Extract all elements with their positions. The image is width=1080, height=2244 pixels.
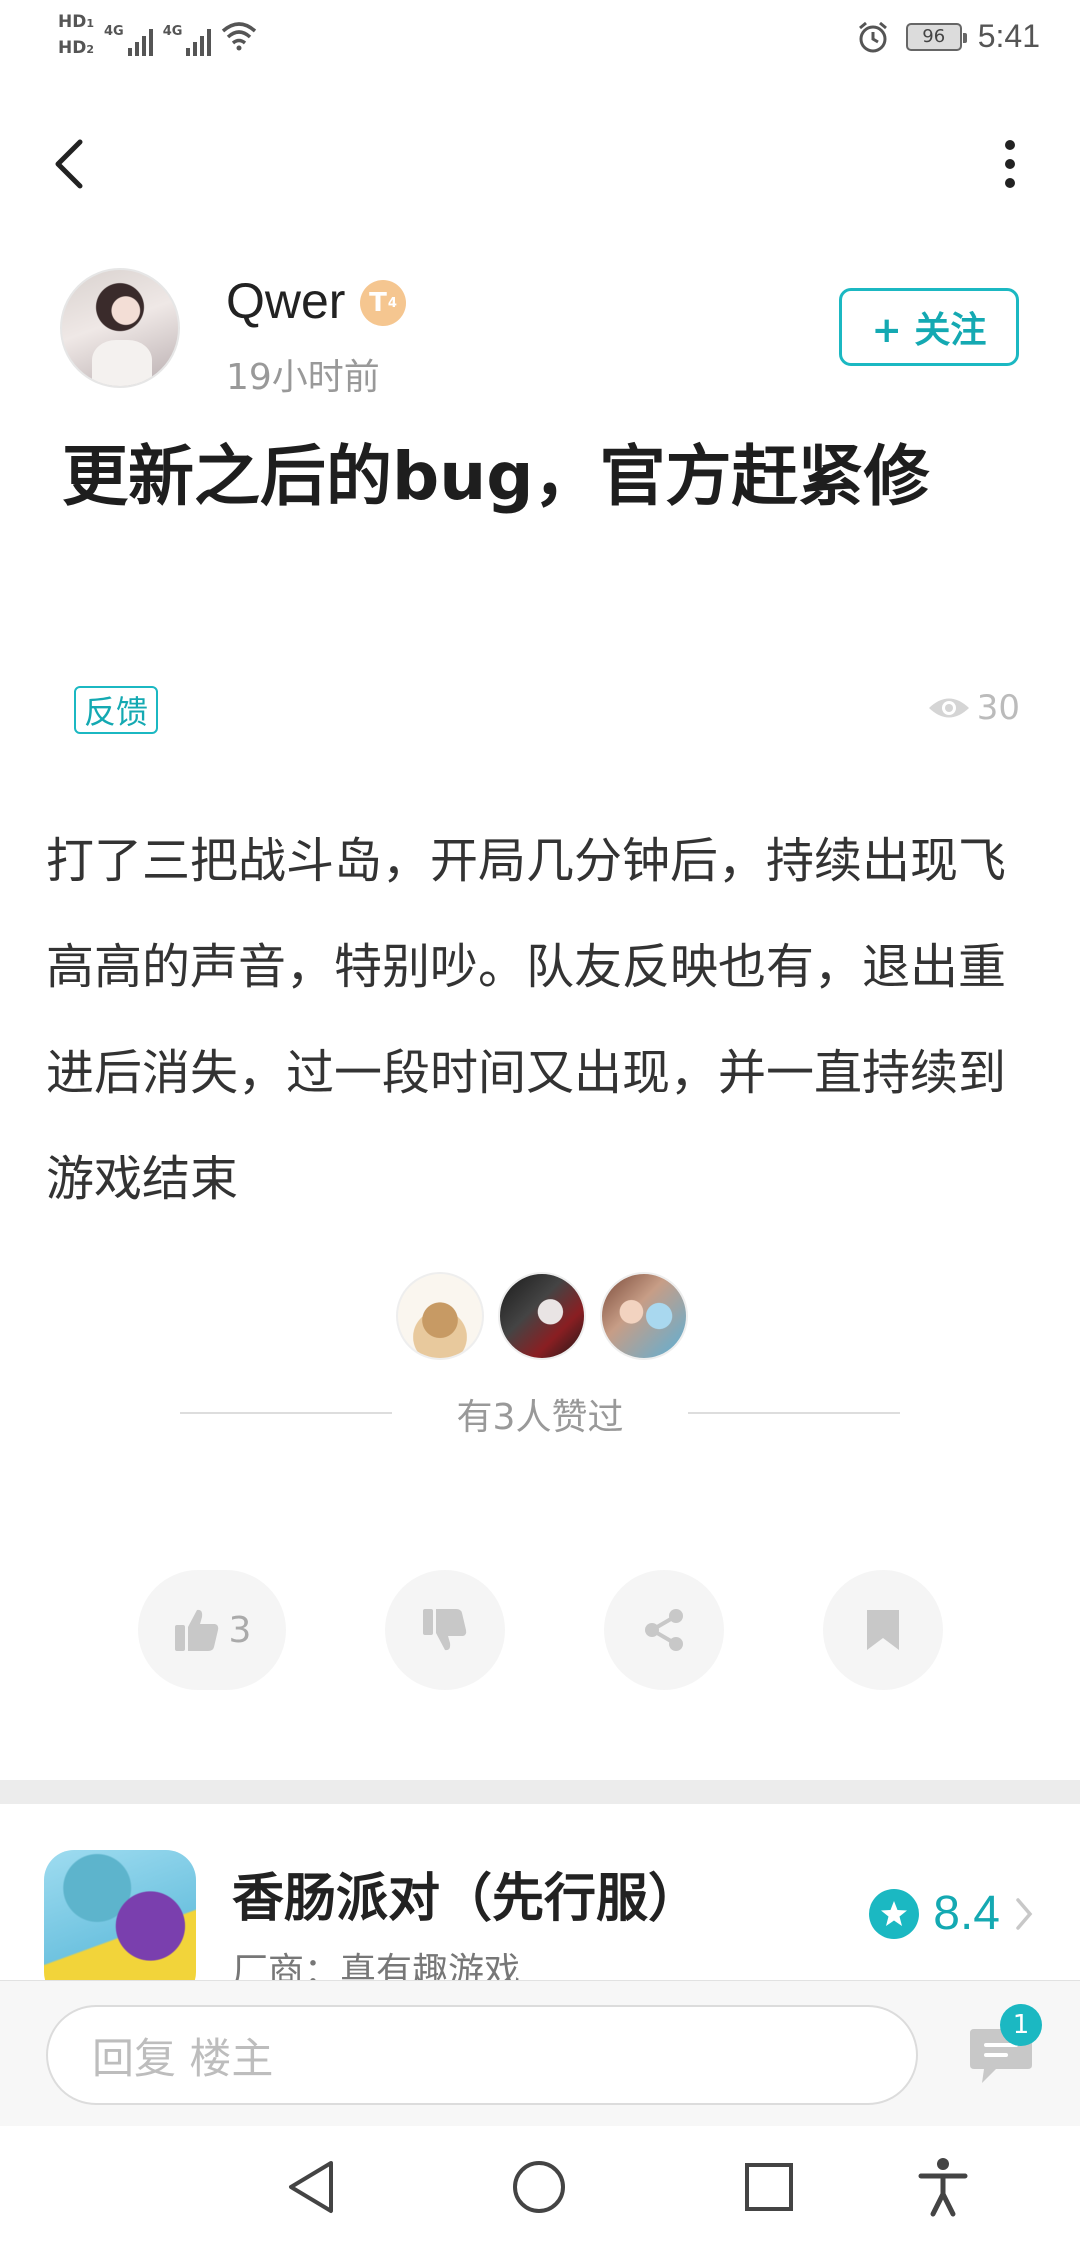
view-count-value: 30 [976,688,1020,728]
post-body: 打了三把战斗岛，开局几分钟后，持续出现飞高高的声音，特别吵。队友反映也有，退出重… [46,833,1007,1207]
nav-back-button[interactable] [276,2152,346,2222]
wifi-icon [222,22,257,51]
view-count: 30 [927,688,1020,728]
signal-2-icon: 4G [163,16,212,56]
author-name[interactable]: Qwer [226,272,345,330]
liker-avatar[interactable] [498,1272,586,1360]
game-vendor: 厂商：真有趣游戏 [232,1951,521,1980]
author-avatar[interactable] [60,268,180,388]
hd-indicators: HD1 HD2 [58,12,94,60]
system-nav-bar [0,2126,1080,2244]
star-icon [869,1888,920,1939]
level-badge: T4 [360,280,406,326]
chevron-left-icon [55,139,83,189]
more-options-button[interactable] [980,134,1040,194]
hd2-indicator: HD2 [58,38,94,58]
thumbs-up-icon [174,1609,218,1651]
reply-input[interactable]: 回复 楼主 [46,2005,918,2105]
status-bar: HD1 HD2 4G 4G 96 5:41 [0,0,1080,80]
hd1-indicator: HD1 [58,12,94,32]
status-bar-left: HD1 HD2 4G 4G [58,12,257,60]
more-dot-icon [1005,159,1015,169]
liker-avatar[interactable] [396,1272,484,1360]
game-card[interactable]: 香肠派对（先行服） 厂商：真有趣游戏 8.4 [0,1804,1080,1980]
dislike-button[interactable] [385,1570,505,1690]
nav-accessibility-button[interactable] [908,2152,978,2222]
post-time: 19小时前 [226,357,380,398]
game-rating: 8.4 [869,1886,1034,1941]
post-title: 更新之后的bug，官方赶紧修 [62,438,930,515]
liker-avatar[interactable] [600,1272,688,1360]
share-button[interactable] [604,1570,724,1690]
signal-1-icon: 4G [104,16,153,56]
eye-icon [928,698,969,718]
share-icon [645,1609,683,1651]
section-divider [0,1780,1080,1804]
top-nav [0,120,1080,210]
nav-home-button[interactable] [504,2152,574,2222]
status-bar-right: 96 5:41 [856,18,1040,55]
clock: 5:41 [977,18,1040,54]
post-tag[interactable]: 反馈 [74,686,159,734]
circle-home-icon [513,2161,565,2213]
bookmark-icon [867,1610,899,1650]
more-dot-icon [1005,178,1015,188]
game-icon[interactable] [44,1850,196,1980]
game-name: 香肠派对（先行服） [232,1869,701,1929]
more-dot-icon [1005,140,1015,150]
likers-summary-row: 有3人赞过 [180,1384,900,1440]
nav-recents-button[interactable] [734,2152,804,2222]
battery-indicator: 96 [905,22,967,51]
reply-bar: 回复 楼主 [0,1980,1080,2126]
like-button[interactable]: 3 [138,1570,286,1690]
bookmark-button[interactable] [823,1570,943,1690]
back-button[interactable] [40,134,100,194]
rating-value: 8.4 [933,1887,1000,1940]
triangle-back-icon [289,2161,333,2213]
likers-summary[interactable]: 有3人赞过 [180,1388,900,1440]
alarm-icon [858,21,887,52]
accessibility-icon [918,2158,968,2217]
follow-button[interactable]: + 关注 [839,288,1019,366]
divider-line [688,1412,900,1414]
thumbs-down-icon [423,1609,467,1651]
comment-count-badge: 1 [1000,2004,1042,2046]
like-count: 3 [228,1609,252,1651]
likers-avatars[interactable] [396,1272,688,1360]
square-recents-icon [745,2163,793,2211]
chevron-right-icon [1016,1897,1033,1930]
